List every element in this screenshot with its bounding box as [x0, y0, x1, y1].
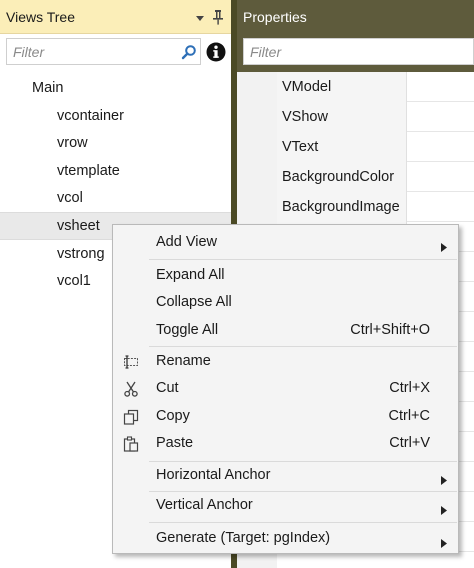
property-value[interactable] [408, 162, 474, 192]
info-icon[interactable] [206, 42, 226, 62]
property-value[interactable] [408, 132, 474, 162]
menu-shortcut: Ctrl+C [388, 408, 431, 424]
menu-shortcut: Ctrl+V [389, 435, 430, 451]
properties-filter-input[interactable] [244, 39, 469, 64]
tree-item-vrow[interactable]: vrow [0, 129, 231, 157]
property-value[interactable] [408, 192, 474, 222]
property-value[interactable] [408, 72, 474, 102]
properties-title: Properties [243, 9, 307, 25]
pin-icon[interactable] [212, 9, 224, 25]
menu-item-toggle-all[interactable]: Toggle All Ctrl+Shift+O [113, 317, 458, 345]
menu-item-vertical-anchor[interactable]: Vertical Anchor [113, 492, 458, 520]
search-icon[interactable] [181, 44, 197, 60]
chevron-right-icon [441, 502, 447, 515]
property-name: VModel [277, 72, 407, 102]
menu-label: Paste [156, 435, 194, 451]
menu-label: Cut [156, 380, 179, 396]
menu-label: Horizontal Anchor [156, 467, 271, 483]
property-row[interactable]: BackgroundImage [277, 192, 474, 222]
menu-item-generate[interactable]: Generate (Target: pgIndex) [113, 525, 458, 553]
menu-label: Add View [156, 234, 217, 250]
property-name: BackgroundColor [277, 162, 407, 192]
property-name: VText [277, 132, 407, 162]
menu-separator [149, 346, 457, 347]
properties-filter [243, 38, 474, 65]
chevron-down-icon[interactable] [194, 11, 206, 23]
menu-label: Toggle All [156, 322, 219, 338]
tree-item-vcol[interactable]: vcol [0, 184, 231, 212]
property-name: BackgroundImage [277, 192, 407, 222]
menu-label: Rename [156, 353, 211, 369]
menu-item-expand-all[interactable]: Expand All [113, 262, 458, 290]
property-row[interactable]: BackgroundColor [277, 162, 474, 192]
views-tree-title: Views Tree [6, 9, 75, 25]
views-tree-filter [6, 38, 201, 65]
tree-item-vcontainer[interactable]: vcontainer [0, 102, 231, 130]
menu-separator [149, 259, 457, 260]
menu-label: Expand All [156, 267, 225, 283]
views-tree-filter-input[interactable] [7, 39, 177, 64]
menu-label: Generate (Target: pgIndex) [156, 530, 331, 546]
chevron-right-icon [441, 535, 447, 548]
property-row[interactable]: VShow [277, 102, 474, 132]
property-row[interactable]: VModel [277, 72, 474, 102]
menu-item-collapse-all[interactable]: Collapse All [113, 289, 458, 317]
menu-item-add-view[interactable]: Add View [113, 229, 458, 257]
rename-icon [123, 354, 139, 370]
chevron-right-icon [441, 239, 447, 252]
chevron-right-icon [441, 472, 447, 485]
properties-header: Properties [237, 0, 474, 34]
menu-item-copy[interactable]: Copy Ctrl+C [113, 403, 458, 431]
menu-item-rename[interactable]: Rename [113, 348, 458, 376]
context-menu: Add View Expand All Collapse All Toggle … [112, 224, 459, 554]
paste-icon [123, 436, 139, 452]
menu-label: Copy [156, 408, 190, 424]
menu-shortcut: Ctrl+Shift+O [350, 322, 430, 338]
property-name: VShow [277, 102, 407, 132]
property-row[interactable]: VText [277, 132, 474, 162]
copy-icon [123, 409, 139, 425]
menu-item-cut[interactable]: Cut Ctrl+X [113, 375, 458, 403]
menu-label: Collapse All [156, 294, 232, 310]
tree-item-vtemplate[interactable]: vtemplate [0, 157, 231, 185]
menu-separator [149, 522, 457, 523]
tree-item-main[interactable]: Main [0, 74, 231, 102]
menu-item-paste[interactable]: Paste Ctrl+V [113, 430, 458, 458]
menu-item-horizontal-anchor[interactable]: Horizontal Anchor [113, 462, 458, 490]
menu-shortcut: Ctrl+X [389, 380, 430, 396]
property-value[interactable] [408, 102, 474, 132]
scissors-icon [123, 381, 139, 397]
menu-label: Vertical Anchor [156, 497, 253, 513]
views-tree-header: Views Tree [0, 0, 231, 34]
